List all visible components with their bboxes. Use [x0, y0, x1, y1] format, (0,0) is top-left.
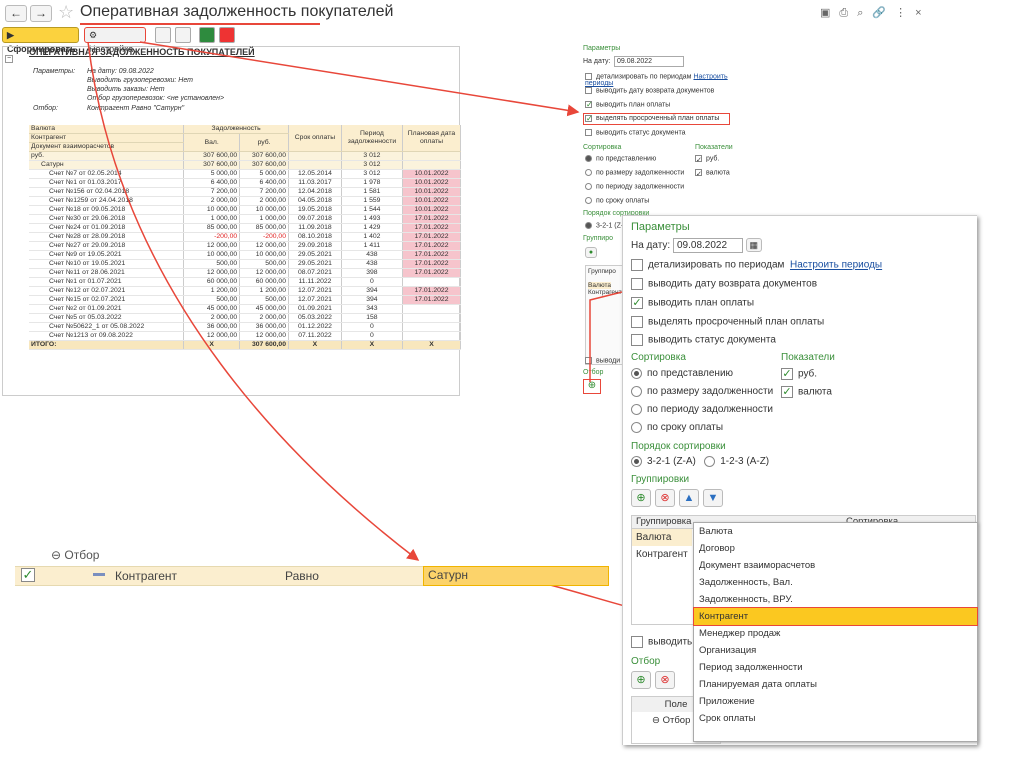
zoom-add-filter-button[interactable]: ⊕: [631, 671, 651, 689]
zoom-date-input[interactable]: 09.08.2022: [673, 238, 743, 253]
filter-value[interactable]: Сатурн: [423, 566, 609, 586]
filter-collapse-icon[interactable]: ⊖: [51, 548, 61, 562]
field-dropdown[interactable]: Валюта Договор Документ взаиморасчетов Задо…: [693, 522, 978, 742]
dropdown-item[interactable]: Планируемая дата оплаты: [694, 676, 977, 693]
zoom-delete-filter-button[interactable]: ⊗: [655, 671, 675, 689]
move-down-button[interactable]: ▼: [703, 489, 723, 507]
zoom-sort-term[interactable]: по сроку оплаты: [647, 422, 723, 433]
zoom-opt-overdue[interactable]: выделять просроченный план оплаты: [648, 317, 824, 328]
zoom-opt-return-date[interactable]: выводить дату возврата документов: [648, 279, 817, 290]
filter-enabled-checkbox[interactable]: ✓: [21, 568, 35, 582]
dropdown-item[interactable]: Задолженность, Вал.: [694, 574, 977, 591]
zoom-setup-periods-link[interactable]: Настроить периоды: [790, 260, 882, 271]
dropdown-item[interactable]: Валюта: [694, 523, 977, 540]
zoom-sort-period[interactable]: по периоду задолженности: [647, 404, 773, 415]
zoom-out-option[interactable]: выводить: [648, 637, 692, 648]
zoom-ind-currency[interactable]: валюта: [798, 387, 832, 398]
zoom-date-label: На дату:: [631, 240, 671, 251]
zoom-groupings-heading: Группировки: [631, 474, 690, 485]
dropdown-item[interactable]: Период задолженности: [694, 659, 977, 676]
filter-node: Отбор: [662, 715, 691, 726]
dropdown-item[interactable]: Менеджер продаж: [694, 625, 977, 642]
settings-zoom-panel: Параметры На дату: 09.08.2022 ▦ детализи…: [622, 215, 978, 745]
dropdown-item[interactable]: Договор: [694, 540, 977, 557]
calendar-icon[interactable]: ▦: [745, 238, 762, 252]
grouping-row-currency[interactable]: Валюта: [632, 529, 692, 546]
zoom-opt-status[interactable]: выводить статус документа: [648, 335, 776, 346]
filter-field[interactable]: Контрагент: [115, 569, 177, 583]
move-up-button[interactable]: ▲: [679, 489, 699, 507]
delete-grouping-button[interactable]: ⊗: [655, 489, 675, 507]
dropdown-item[interactable]: Контрагент: [693, 607, 978, 626]
dropdown-item[interactable]: Срок оплаты: [694, 710, 977, 727]
dropdown-item[interactable]: Организация: [694, 642, 977, 659]
zoom-params-heading: Параметры: [631, 221, 690, 233]
zoom-ind-rub[interactable]: руб.: [798, 369, 817, 380]
zoom-sort-heading: Сортировка: [631, 352, 686, 363]
zoom-order-az[interactable]: 1-2-3 (A-Z): [720, 456, 769, 467]
zoom-order-za[interactable]: 3-2-1 (Z-A): [647, 456, 696, 467]
col-grouping: Группировка: [636, 516, 692, 527]
zoom-sort-size[interactable]: по размеру задолженности: [647, 386, 773, 397]
filter-zoom: ⊖ Отбор ✓ Контрагент Равно Сатурн: [15, 548, 615, 588]
zoom-opt-detail[interactable]: детализировать по периодам: [648, 260, 784, 271]
zoom-indicators-heading: Показатели: [781, 352, 835, 363]
zoom-filter-heading: Отбор: [631, 656, 661, 667]
zoom-order-heading: Порядок сортировки: [631, 441, 726, 452]
zoom-opt-payment-plan[interactable]: выводить план оплаты: [648, 298, 754, 309]
filter-item-icon: [93, 573, 105, 576]
dropdown-item[interactable]: Задолженность, ВРУ.: [694, 591, 977, 608]
zoom-sort-repr[interactable]: по представлению: [647, 368, 733, 379]
dropdown-item[interactable]: Приложение: [694, 693, 977, 710]
filter-zoom-title: Отбор: [64, 548, 100, 562]
add-grouping-button[interactable]: ⊕: [631, 489, 651, 507]
dropdown-item[interactable]: Документ взаиморасчетов: [694, 557, 977, 574]
filter-condition[interactable]: Равно: [285, 569, 319, 583]
